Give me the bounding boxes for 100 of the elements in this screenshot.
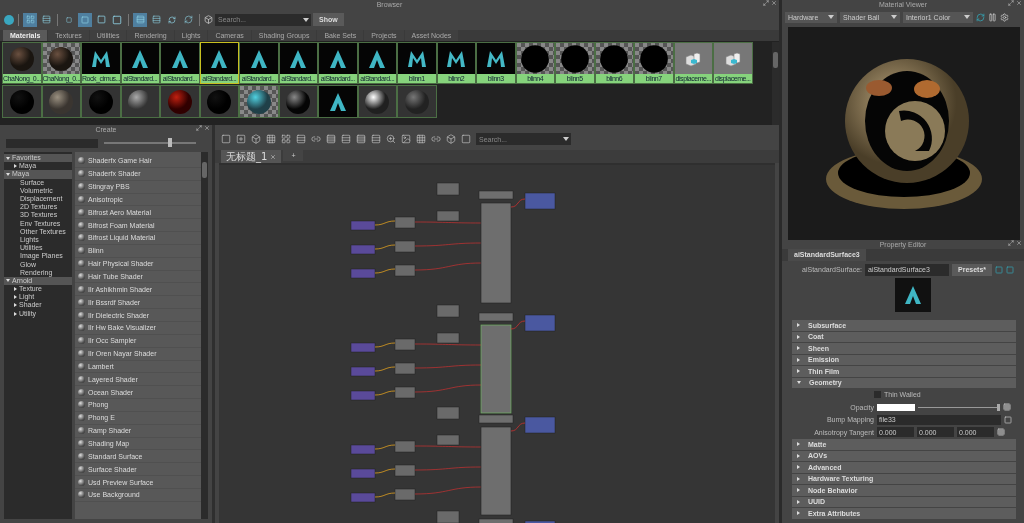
graph-node[interactable] — [478, 518, 514, 523]
float-icon[interactable] — [1008, 240, 1014, 246]
pause-icon[interactable] — [988, 12, 997, 22]
graph-node[interactable] — [436, 434, 460, 446]
toolbar-icon[interactable] — [296, 134, 306, 144]
close-icon[interactable] — [270, 153, 277, 160]
close-icon[interactable] — [204, 125, 210, 131]
material-swatch[interactable] — [81, 85, 121, 118]
toolbar-icon[interactable] — [431, 134, 441, 144]
checkbox[interactable] — [874, 391, 881, 399]
graph-node[interactable] — [524, 416, 556, 434]
graph-node[interactable] — [350, 444, 376, 455]
list-view-button[interactable] — [39, 12, 53, 27]
refresh-icon[interactable] — [976, 12, 985, 22]
material-swatch[interactable] — [199, 85, 239, 118]
material-swatch[interactable] — [2, 85, 42, 118]
graph-node[interactable] — [524, 520, 556, 523]
expand-arrow-icon[interactable] — [797, 346, 800, 351]
graph-node[interactable] — [394, 440, 416, 453]
toolbar-icon[interactable] — [386, 134, 396, 144]
graph-node[interactable] — [350, 366, 376, 377]
graph-node[interactable] — [478, 190, 514, 200]
expand-arrow-icon[interactable] — [6, 279, 10, 283]
material-swatch[interactable] — [357, 85, 397, 118]
graph-node[interactable] — [350, 220, 376, 231]
expand-arrow-icon[interactable] — [14, 303, 17, 308]
graph-node[interactable] — [394, 216, 416, 229]
graph-node[interactable] — [436, 182, 460, 196]
expand-arrow-icon[interactable] — [797, 453, 800, 458]
graph-node[interactable] — [436, 510, 460, 523]
scrollbar[interactable] — [772, 42, 779, 125]
graph-node[interactable] — [524, 314, 556, 332]
graph-node[interactable] — [394, 240, 416, 253]
expand-arrow-icon[interactable] — [797, 357, 800, 362]
toolbar-icon[interactable] — [401, 134, 411, 144]
color-swatch[interactable] — [877, 403, 915, 411]
expand-arrow-icon[interactable] — [797, 323, 800, 328]
toolbar-icon[interactable] — [266, 134, 276, 144]
graph-node[interactable] — [350, 244, 376, 255]
slider-thumb[interactable] — [168, 138, 173, 147]
graph-node[interactable] — [394, 386, 416, 399]
graph-node[interactable] — [478, 414, 514, 424]
settings-icon[interactable] — [1000, 12, 1009, 22]
expand-arrow-icon[interactable] — [6, 156, 10, 160]
expand-arrow-icon[interactable] — [797, 499, 800, 504]
expand-arrow-icon[interactable] — [6, 172, 10, 176]
material-swatch[interactable] — [120, 85, 160, 118]
sort-button[interactable] — [133, 12, 147, 27]
graph-node[interactable] — [350, 342, 376, 353]
grid-view-button[interactable] — [23, 12, 37, 27]
toolbar-icon[interactable] — [236, 134, 246, 144]
expand-arrow-icon[interactable] — [797, 488, 800, 493]
slider-thumb[interactable] — [997, 403, 1001, 411]
graph-node[interactable] — [394, 362, 416, 375]
expand-arrow-icon[interactable] — [797, 369, 800, 374]
graph-node[interactable] — [394, 338, 416, 351]
power-icon[interactable] — [4, 14, 14, 25]
refresh-button[interactable] — [181, 12, 195, 27]
expand-arrow-icon[interactable] — [14, 295, 17, 300]
expand-arrow-icon[interactable] — [797, 442, 800, 447]
float-icon[interactable] — [1008, 0, 1014, 6]
toolbar-icon[interactable] — [461, 134, 471, 144]
filter-field[interactable] — [6, 138, 98, 148]
toolbar-icon[interactable] — [251, 134, 261, 144]
dropdown-caret-icon[interactable] — [301, 13, 311, 26]
graph-node[interactable] — [478, 312, 514, 322]
expand-arrow-icon[interactable] — [797, 476, 800, 481]
material-swatch[interactable] — [278, 85, 318, 118]
expand-arrow-icon[interactable] — [797, 511, 800, 516]
toolbar-icon[interactable] — [221, 134, 231, 144]
material-swatch[interactable] — [160, 85, 200, 118]
square-button[interactable] — [78, 12, 92, 27]
float-icon[interactable] — [763, 0, 769, 6]
tab[interactable]: 无标题_1 — [221, 150, 282, 163]
expand-arrow-icon[interactable] — [797, 334, 800, 339]
graph-node[interactable] — [524, 192, 556, 210]
material-swatch[interactable] — [239, 85, 279, 118]
box-icon[interactable] — [204, 15, 213, 24]
material-swatch[interactable] — [318, 85, 358, 118]
toolbar-icon[interactable] — [281, 134, 291, 144]
toolbar-icon[interactable] — [416, 134, 426, 144]
expand-arrow-icon[interactable] — [14, 287, 17, 292]
float-icon[interactable] — [196, 125, 202, 131]
graph-node[interactable] — [436, 332, 460, 344]
close-icon[interactable] — [1016, 0, 1022, 6]
graph-node[interactable] — [394, 488, 416, 501]
graph-node[interactable] — [480, 426, 512, 516]
dropdown-caret-icon[interactable] — [561, 133, 571, 145]
toolbar-icon[interactable] — [371, 134, 381, 144]
graph-node[interactable] — [350, 268, 376, 279]
material-swatch[interactable] — [397, 85, 437, 118]
material-swatch[interactable] — [41, 85, 81, 118]
graph-node[interactable] — [350, 468, 376, 479]
graph-node[interactable] — [436, 304, 460, 318]
expand-arrow-icon[interactable] — [797, 381, 801, 385]
toolbar-icon[interactable] — [326, 134, 336, 144]
toolbar-icon[interactable] — [446, 134, 456, 144]
expand-arrow-icon[interactable] — [797, 465, 800, 470]
square-button[interactable] — [94, 12, 108, 27]
graph-node[interactable] — [480, 324, 512, 414]
